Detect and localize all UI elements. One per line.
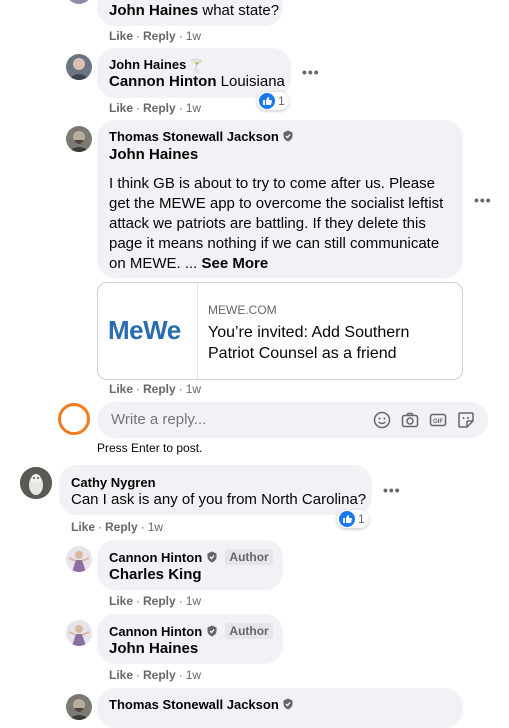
- comment-text-line: I think GB is about to try to come after…: [109, 175, 435, 192]
- like-reaction-icon: [339, 511, 355, 527]
- verified-badge-icon: [207, 625, 217, 637]
- comment-author[interactable]: Cathy Nygren: [71, 475, 156, 490]
- comment-age[interactable]: 1w: [186, 594, 201, 608]
- comment-age[interactable]: 1w: [186, 29, 201, 43]
- comment-author[interactable]: Cannon Hinton: [109, 624, 202, 639]
- press-enter-hint: Press Enter to post.: [97, 441, 203, 455]
- comment-bubble: John Haines what state?: [97, 0, 283, 26]
- comment-age[interactable]: 1w: [186, 382, 201, 396]
- avatar[interactable]: [66, 620, 92, 646]
- reaction-count[interactable]: 1: [257, 92, 289, 110]
- reply-link[interactable]: Reply: [143, 101, 176, 115]
- see-more-link[interactable]: See More: [202, 255, 269, 272]
- avatar-image: [20, 467, 52, 499]
- more-options-icon[interactable]: •••: [474, 192, 492, 208]
- comment-bubble: Thomas Stonewall Jackson: [97, 688, 463, 728]
- comment-actions: Like · Reply · 1w: [109, 29, 202, 43]
- comment-author[interactable]: John Haines: [109, 57, 186, 72]
- emoji-icon[interactable]: [373, 411, 391, 429]
- comment-text-line: page it means nothing if we can still co…: [109, 235, 440, 252]
- reply-link[interactable]: Reply: [143, 668, 176, 682]
- avatar[interactable]: [20, 467, 52, 499]
- link-title-line: You’re invited: Add Southern: [208, 324, 410, 341]
- reply-input[interactable]: [109, 410, 363, 429]
- like-link[interactable]: Like: [71, 520, 95, 534]
- comment-bubble: Thomas Stonewall Jackson John Haines I t…: [97, 120, 463, 278]
- reply-link[interactable]: Reply: [143, 382, 176, 396]
- like-link[interactable]: Like: [109, 29, 133, 43]
- link-domain: MEWE.COM: [208, 303, 277, 317]
- gif-icon[interactable]: GIF: [429, 411, 447, 429]
- reply-link[interactable]: Reply: [105, 520, 138, 534]
- avatar[interactable]: [66, 126, 92, 152]
- tagged-name[interactable]: Cannon Hinton: [109, 73, 216, 90]
- like-reaction-icon: [259, 93, 275, 109]
- avatar-image: [68, 699, 90, 720]
- comment-text: Louisiana: [220, 73, 285, 90]
- comment-text: what state?: [202, 2, 280, 19]
- svg-text:GIF: GIF: [433, 419, 443, 425]
- avatar[interactable]: [66, 694, 92, 720]
- link-title-line: Patriot Counsel as a friend: [208, 345, 397, 362]
- avatar[interactable]: [66, 0, 92, 4]
- comment-text-line: attack we patriots are battling. If they…: [109, 215, 426, 232]
- comment-actions: Like · Reply · 1w: [71, 520, 164, 534]
- comment-age[interactable]: 1w: [186, 101, 201, 115]
- link-preview-thumbnail: MeWe: [98, 283, 198, 379]
- tagged-name[interactable]: John Haines: [109, 640, 198, 657]
- avatar-image: [68, 131, 90, 152]
- comment-text-line: get the MEWE app to overcome the sociali…: [109, 195, 444, 212]
- comment-actions: Like · Reply · 1w: [109, 668, 202, 682]
- avatar-image: [68, 625, 90, 646]
- avatar[interactable]: [66, 54, 92, 80]
- avatar-image: [68, 551, 90, 572]
- author-badge: Author: [225, 623, 273, 639]
- mewe-logo: MeWe: [108, 315, 181, 345]
- comment-bubble: Cathy Nygren Can I ask is any of you fro…: [59, 465, 372, 515]
- verified-badge-icon: [283, 698, 293, 710]
- like-link[interactable]: Like: [109, 668, 133, 682]
- reply-input-box[interactable]: GIF: [97, 402, 488, 438]
- link-preview-card[interactable]: MeWe MEWE.COM You’re invited: Add Southe…: [97, 282, 463, 380]
- tagged-name[interactable]: Charles King: [109, 566, 202, 583]
- comment-actions: Like · Reply · 1w: [109, 382, 202, 396]
- user-avatar-highlight: [58, 403, 90, 435]
- more-options-icon[interactable]: •••: [383, 482, 401, 498]
- avatar[interactable]: [66, 546, 92, 572]
- verified-badge-icon: [207, 551, 217, 563]
- comment-text-line: on MEWE. ...: [109, 255, 202, 272]
- comment-bubble: John Haines 🍸 Cannon Hinton Louisiana: [97, 48, 291, 98]
- comment-author[interactable]: Thomas Stonewall Jackson: [109, 129, 279, 144]
- avatar-image: [68, 58, 90, 80]
- comment-text: Can I ask is any of you from North Carol…: [71, 491, 367, 508]
- more-options-icon[interactable]: •••: [302, 64, 320, 80]
- comment-bubble: Cannon Hinton Author John Haines: [97, 614, 283, 664]
- comment-age[interactable]: 1w: [148, 520, 163, 534]
- camera-icon[interactable]: [401, 411, 419, 429]
- like-link[interactable]: Like: [109, 382, 133, 396]
- glass-icon: 🍸: [189, 60, 204, 72]
- comment-author[interactable]: Cannon Hinton: [109, 550, 202, 565]
- comment-actions: Like · Reply · 1w: [109, 594, 202, 608]
- comment-author[interactable]: John Haines: [109, 2, 198, 19]
- comment-author[interactable]: Thomas Stonewall Jackson: [109, 697, 279, 712]
- reply-link[interactable]: Reply: [143, 594, 176, 608]
- verified-badge-icon: [283, 130, 293, 142]
- comment-bubble: Cannon Hinton Author Charles King: [97, 540, 283, 590]
- sticker-icon[interactable]: [457, 411, 475, 429]
- reaction-count[interactable]: 1: [337, 510, 369, 528]
- comment-age[interactable]: 1w: [186, 668, 201, 682]
- comment-actions: Like · Reply · 1w: [109, 101, 202, 115]
- like-link[interactable]: Like: [109, 594, 133, 608]
- like-link[interactable]: Like: [109, 101, 133, 115]
- reply-link[interactable]: Reply: [143, 29, 176, 43]
- tagged-name[interactable]: John Haines: [109, 146, 198, 163]
- author-badge: Author: [225, 549, 273, 565]
